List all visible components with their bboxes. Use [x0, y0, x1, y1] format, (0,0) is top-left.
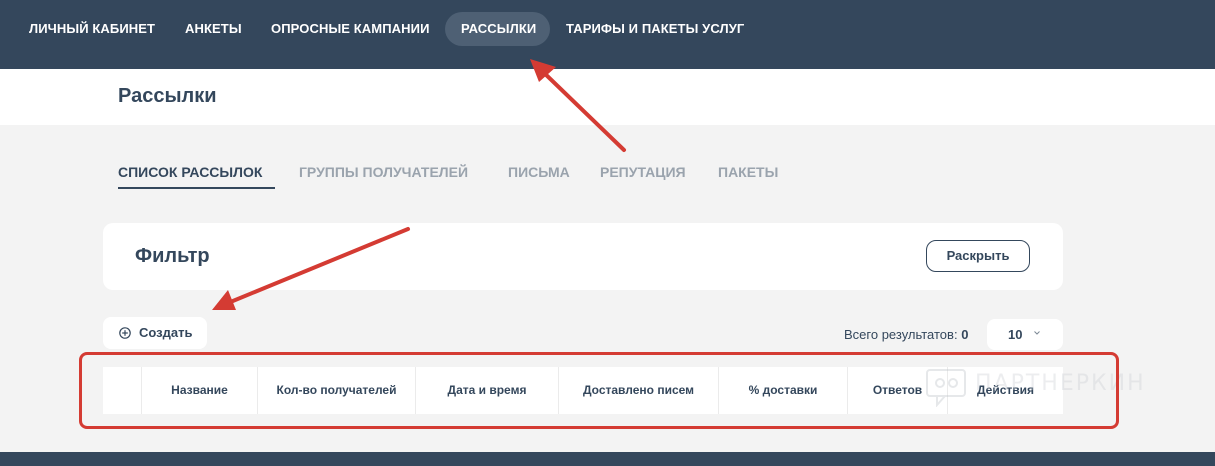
nav-item-surveys[interactable]: АНКЕТЫ	[169, 12, 258, 46]
filter-title: Фильтр	[135, 245, 210, 267]
top-navigation: ЛИЧНЫЙ КАБИНЕТ АНКЕТЫ ОПРОСНЫЕ КАМПАНИИ …	[0, 0, 1215, 69]
create-button[interactable]: Создать	[103, 317, 207, 349]
tab-letters[interactable]: ПИСЬМА	[508, 164, 570, 180]
annotation-highlight-box	[79, 352, 1119, 429]
nav-item-mailings[interactable]: РАССЫЛКИ	[445, 12, 550, 46]
nav-item-survey-campaigns[interactable]: ОПРОСНЫЕ КАМПАНИИ	[255, 12, 446, 46]
footer-strip	[0, 452, 1215, 466]
results-label: Всего результатов:	[844, 327, 958, 342]
page-size-select[interactable]: 10	[987, 319, 1063, 350]
results-count: 0	[961, 327, 969, 342]
nav-item-tariffs[interactable]: ТАРИФЫ И ПАКЕТЫ УСЛУГ	[550, 12, 760, 46]
page-size-value: 10	[1008, 327, 1023, 342]
page-header: Рассылки	[0, 69, 1215, 125]
tab-reputation[interactable]: РЕПУТАЦИЯ	[600, 164, 686, 180]
nav-item-personal-cabinet[interactable]: ЛИЧНЫЙ КАБИНЕТ	[13, 12, 171, 46]
page-title: Рассылки	[118, 85, 217, 107]
filter-panel: Фильтр Раскрыть	[103, 223, 1063, 290]
expand-filter-button[interactable]: Раскрыть	[926, 240, 1030, 272]
create-button-label: Создать	[139, 325, 193, 340]
results-summary: Всего результатов: 0	[844, 327, 968, 342]
tab-mailing-list[interactable]: СПИСОК РАССЫЛОК	[118, 164, 262, 180]
tab-recipient-groups[interactable]: ГРУППЫ ПОЛУЧАТЕЛЕЙ	[299, 164, 468, 180]
active-tab-underline	[118, 187, 275, 189]
tab-packages[interactable]: ПАКЕТЫ	[718, 164, 778, 180]
chevron-down-icon	[1034, 331, 1040, 335]
plus-circle-icon	[119, 327, 131, 339]
